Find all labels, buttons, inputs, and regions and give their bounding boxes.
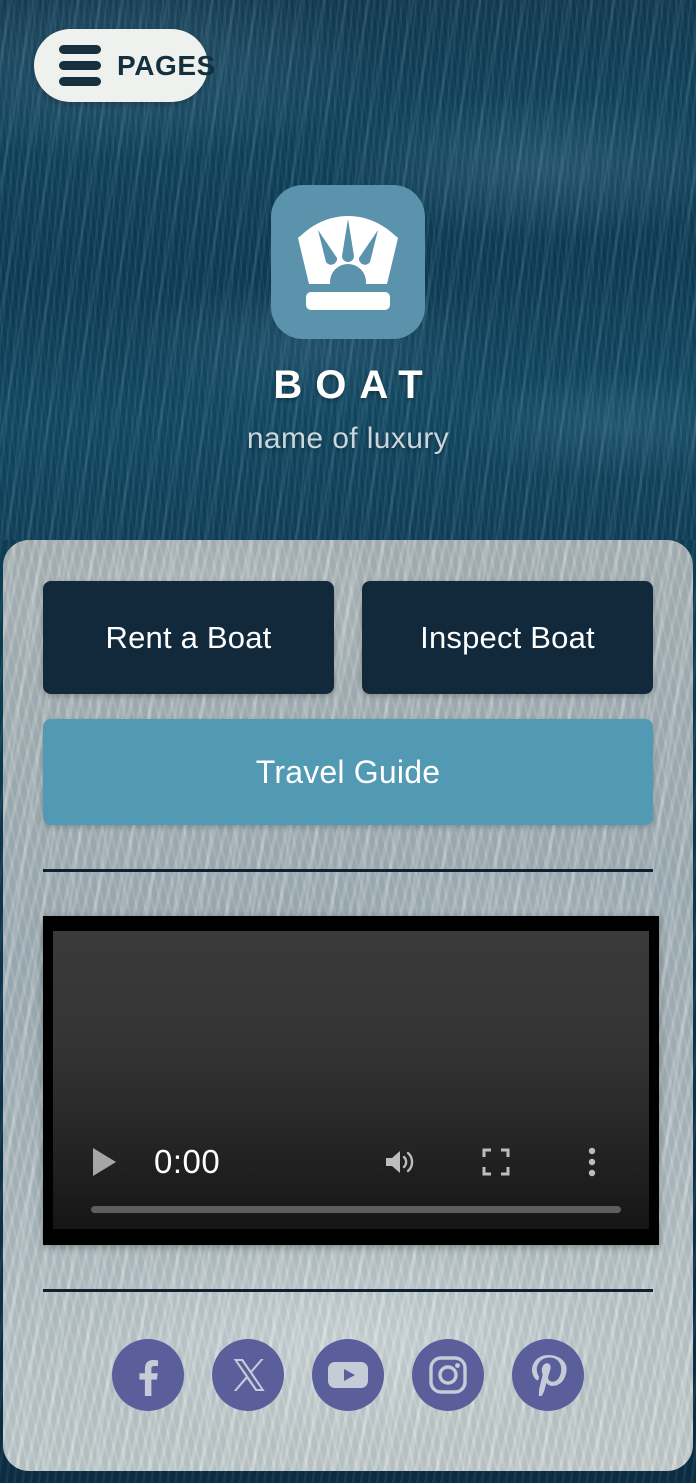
travel-guide-button[interactable]: Travel Guide xyxy=(43,719,653,825)
video-controls: 0:00 xyxy=(53,1133,649,1229)
social-links-row xyxy=(43,1339,653,1411)
fullscreen-icon[interactable] xyxy=(473,1139,519,1185)
video-progress-bar[interactable] xyxy=(91,1206,621,1213)
pages-menu-label: PAGES xyxy=(117,49,216,81)
content-card: Rent a Boat Inspect Boat Travel Guide 0:… xyxy=(3,540,693,1471)
play-icon[interactable] xyxy=(93,1148,116,1176)
inspect-boat-button[interactable]: Inspect Boat xyxy=(362,581,653,694)
crown-boat-logo-icon xyxy=(271,185,425,339)
x-twitter-icon[interactable] xyxy=(212,1339,284,1411)
divider-top xyxy=(43,869,653,872)
video-player[interactable]: 0:00 xyxy=(43,916,659,1245)
brand-block: BOAT name of luxury xyxy=(0,185,696,456)
volume-icon[interactable] xyxy=(377,1139,423,1185)
divider-bottom xyxy=(43,1289,653,1292)
page-root: PAGES BOAT name of luxury Rent a Boat In… xyxy=(0,0,696,1483)
hamburger-icon xyxy=(59,45,101,86)
rent-a-boat-button[interactable]: Rent a Boat xyxy=(43,581,334,694)
instagram-icon[interactable] xyxy=(412,1339,484,1411)
brand-title: BOAT xyxy=(273,363,436,407)
pinterest-icon[interactable] xyxy=(512,1339,584,1411)
video-current-time: 0:00 xyxy=(154,1143,221,1180)
more-vertical-icon[interactable] xyxy=(569,1139,615,1185)
pages-menu-button[interactable]: PAGES xyxy=(34,29,215,102)
primary-action-row: Rent a Boat Inspect Boat xyxy=(43,581,653,694)
facebook-icon[interactable] xyxy=(112,1339,184,1411)
youtube-icon[interactable] xyxy=(312,1339,384,1411)
brand-subtitle: name of luxury xyxy=(246,422,450,455)
